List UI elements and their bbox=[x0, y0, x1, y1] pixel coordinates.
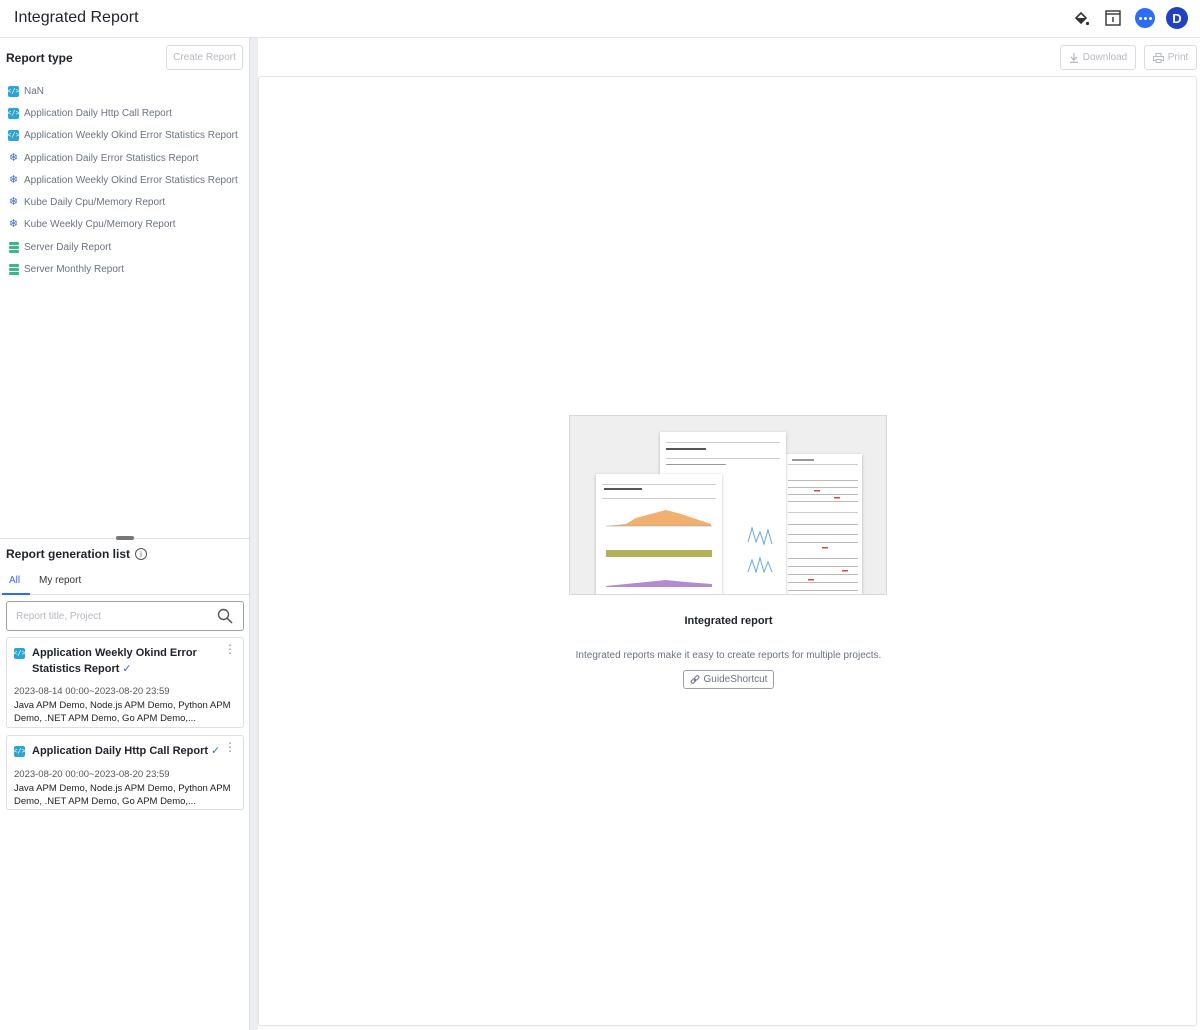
report-type-label: Application Weekly Okind Error Statistic… bbox=[24, 174, 238, 186]
report-type-item[interactable]: ❄ Kube Weekly Cpu/Memory Report bbox=[8, 214, 238, 236]
empty-state-description: Integrated reports make it easy to creat… bbox=[575, 650, 882, 661]
tab-my-report[interactable]: My report bbox=[39, 575, 81, 586]
report-preview-panel: Integrated report Integrated reports mak… bbox=[258, 76, 1197, 1026]
active-tab-indicator bbox=[2, 593, 30, 595]
print-label: Print bbox=[1167, 52, 1189, 63]
code-icon: </> bbox=[13, 746, 26, 757]
print-button[interactable]: Print bbox=[1144, 45, 1197, 70]
tab-all[interactable]: All bbox=[9, 575, 20, 586]
report-type-item[interactable]: </> NaN bbox=[7, 80, 238, 102]
paint-bucket-icon[interactable] bbox=[1070, 7, 1092, 29]
report-type-label: Server Daily Report bbox=[24, 241, 112, 253]
report-card-date: 2023-08-20 00:00~2023-08-20 23:59 bbox=[14, 769, 170, 780]
generation-list-label: Report generation list bbox=[6, 547, 131, 561]
info-icon[interactable]: i bbox=[135, 548, 148, 560]
report-card-title-text: Application Weekly Okind Error Statistic… bbox=[32, 647, 197, 675]
code-icon: </> bbox=[7, 107, 20, 119]
avatar[interactable]: D bbox=[1166, 7, 1188, 29]
generation-list-title: Report generation list i bbox=[6, 547, 148, 561]
guide-shortcut-button[interactable]: GuideShortcut bbox=[683, 670, 774, 689]
generation-tabs: All My report bbox=[0, 572, 250, 595]
report-card[interactable]: </> Application Weekly Okind Error Stati… bbox=[6, 637, 244, 728]
create-report-button[interactable]: Create Report bbox=[166, 45, 243, 70]
download-icon bbox=[1069, 52, 1078, 63]
report-type-item[interactable]: </> Application Weekly Okind Error Statis… bbox=[7, 125, 238, 147]
kubernetes-icon: ❄ bbox=[8, 173, 19, 186]
report-card-title: Application Daily Http Call Report ✓ bbox=[32, 743, 232, 759]
kubernetes-icon: ❄ bbox=[8, 218, 19, 231]
search-icon[interactable] bbox=[217, 608, 233, 629]
report-card-title-text: Application Daily Http Call Report bbox=[32, 745, 209, 757]
report-type-label: Server Monthly Report bbox=[24, 264, 125, 276]
report-type-label: Kube Weekly Cpu/Memory Report bbox=[24, 219, 176, 231]
code-icon: </> bbox=[13, 648, 26, 659]
kubernetes-icon: ❄ bbox=[8, 151, 19, 164]
server-icon bbox=[8, 264, 19, 276]
more-options-icon[interactable]: ⋮ bbox=[224, 643, 236, 655]
search-input[interactable] bbox=[16, 602, 216, 630]
report-type-item[interactable]: Server Daily Report bbox=[8, 236, 238, 258]
code-icon: </> bbox=[7, 85, 20, 97]
page-title: Integrated Report bbox=[14, 9, 139, 26]
more-options-icon[interactable]: ⋮ bbox=[224, 741, 236, 753]
report-type-item[interactable]: </> Application Daily Http Call Report bbox=[7, 102, 238, 124]
report-type-item[interactable]: ❄ Kube Daily Cpu/Memory Report bbox=[8, 191, 238, 213]
report-type-label: NaN bbox=[24, 85, 45, 97]
report-card-projects: Java APM Demo, Node.js APM Demo, Python … bbox=[14, 700, 231, 724]
report-type-item[interactable]: Server Monthly Report bbox=[8, 258, 238, 280]
report-card-title: Application Weekly Okind Error Statistic… bbox=[32, 645, 212, 677]
report-card-date: 2023-08-14 00:00~2023-08-20 23:59 bbox=[14, 686, 170, 697]
report-card-projects: Java APM Demo, Node.js APM Demo, Python … bbox=[14, 783, 231, 807]
search-box bbox=[6, 601, 244, 631]
check-icon: ✓ bbox=[211, 745, 221, 757]
report-type-item[interactable]: ❄ Application Weekly Okind Error Statisti… bbox=[8, 169, 238, 191]
code-icon: </> bbox=[7, 130, 20, 142]
sidebar: Report type Create Report </> NaN </> Appl… bbox=[0, 38, 250, 1030]
guide-shortcut-label: GuideShortcut bbox=[703, 674, 768, 685]
top-icons: D bbox=[1070, 7, 1188, 29]
resize-handle[interactable] bbox=[116, 536, 134, 540]
report-type-label: Application Daily Error Statistics Repor… bbox=[24, 152, 199, 164]
server-icon bbox=[8, 241, 19, 253]
top-bar: Integrated Report D bbox=[0, 0, 1200, 38]
report-card[interactable]: </> Application Daily Http Call Report ✓ … bbox=[6, 735, 244, 810]
download-button[interactable]: Download bbox=[1060, 45, 1136, 70]
report-type-item[interactable]: ❄ Application Daily Error Statistics Repo… bbox=[8, 147, 238, 169]
report-type-label: Application Weekly Okind Error Statistic… bbox=[24, 130, 238, 142]
report-type-label: Application Daily Http Call Report bbox=[24, 107, 172, 119]
report-type-label: Kube Daily Cpu/Memory Report bbox=[24, 197, 166, 209]
report-type-list: </> NaN </> Application Daily Http Call Re… bbox=[7, 80, 238, 281]
sidebar-gutter bbox=[250, 38, 258, 1030]
report-illustration bbox=[569, 415, 887, 595]
kubernetes-icon: ❄ bbox=[8, 196, 19, 209]
link-icon bbox=[690, 674, 699, 684]
print-icon bbox=[1152, 52, 1164, 63]
report-type-title: Report type bbox=[6, 51, 73, 65]
info-panel-icon[interactable] bbox=[1102, 7, 1124, 29]
chat-icon[interactable] bbox=[1134, 7, 1156, 29]
check-icon: ✓ bbox=[122, 663, 132, 675]
download-label: Download bbox=[1082, 52, 1128, 63]
empty-state-title: Integrated report bbox=[684, 615, 773, 627]
